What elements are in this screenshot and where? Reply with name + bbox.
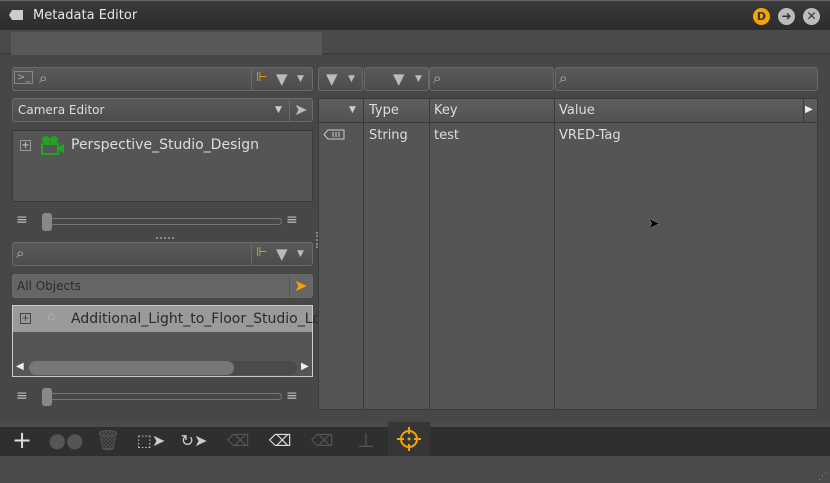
- indent-list-icon: ≡: [286, 388, 298, 404]
- indent-list-icon: ≡: [286, 212, 298, 228]
- filter-icon: ▼: [326, 70, 338, 88]
- filter-icon[interactable]: ▼: [276, 245, 288, 263]
- pick-cursor-icon[interactable]: ➤: [294, 100, 307, 119]
- terminal-search-icon[interactable]: >_: [14, 71, 34, 84]
- chevron-down-icon: ▼: [415, 74, 422, 84]
- cell-value[interactable]: VRED-Tag: [559, 128, 621, 143]
- status-bar: ⋰: [0, 456, 830, 483]
- zoom-slider[interactable]: [42, 218, 282, 225]
- scroll-right-icon[interactable]: ▶: [301, 361, 309, 372]
- list-icon: ≡: [16, 388, 28, 404]
- mouse-cursor-icon: ➤: [648, 216, 660, 232]
- scrollbar-thumb[interactable]: [29, 361, 234, 375]
- filter-icon[interactable]: ▼: [276, 70, 288, 88]
- resize-grip-icon[interactable]: ⋰: [818, 472, 827, 482]
- key-search-input[interactable]: ⌕: [429, 67, 554, 91]
- slider-handle[interactable]: [42, 388, 52, 406]
- search-icon: ⌕: [559, 69, 568, 87]
- pick-cursor-icon[interactable]: ➤: [294, 276, 307, 295]
- add-icon[interactable]: +: [8, 426, 36, 454]
- chevron-down-icon: ▼: [348, 74, 355, 84]
- select-sync-icon[interactable]: ↻➤: [180, 426, 208, 454]
- trash-icon[interactable]: 🗑: [94, 426, 122, 454]
- hierarchy-icon[interactable]: ⊩: [256, 245, 267, 260]
- slider-handle[interactable]: [42, 213, 52, 231]
- object-search-input[interactable]: ⌕ ⊩ ▼ ▼: [12, 242, 313, 266]
- metadata-table: ▼ Type Key Value ▶ String test VRED-Tag: [318, 98, 818, 410]
- expand-icon[interactable]: +: [20, 313, 31, 324]
- expand-icon[interactable]: +: [20, 140, 31, 151]
- column-header-type[interactable]: Type: [369, 103, 399, 118]
- scene-search-input[interactable]: >_ ⌕ ⊩ ▼ ▼: [12, 67, 313, 91]
- scene-tree: + Perspective_Studio_Design: [12, 130, 313, 202]
- crosshair-icon: [397, 427, 421, 451]
- object-tree: + ⌂ Additional_Light_to_Floor_Studio_Lo …: [12, 305, 321, 377]
- broom-icon[interactable]: ⊥: [352, 426, 380, 454]
- column-header-key[interactable]: Key: [434, 103, 458, 118]
- tree-item[interactable]: Perspective_Studio_Design: [71, 137, 259, 153]
- chevron-down-icon[interactable]: ▼: [275, 105, 282, 115]
- scroll-left-icon[interactable]: ◀: [16, 361, 24, 372]
- object-filter-value: All Objects: [17, 279, 82, 293]
- splitter-handle[interactable]: [156, 237, 174, 239]
- d-badge-icon[interactable]: D: [753, 8, 770, 25]
- hierarchy-icon[interactable]: ⊩: [256, 70, 267, 85]
- sort-chevron-icon[interactable]: ▼: [349, 105, 356, 115]
- tag-delete-icon[interactable]: ⌫: [266, 426, 294, 454]
- table-row[interactable]: String test VRED-Tag: [319, 124, 817, 148]
- zoom-slider[interactable]: [42, 393, 282, 400]
- column-header-value[interactable]: Value: [559, 103, 595, 118]
- close-icon[interactable]: ✕: [803, 8, 820, 25]
- arrow-right-icon[interactable]: ➜: [778, 8, 795, 25]
- object-filter-dropdown[interactable]: All Objects ➤: [12, 274, 313, 298]
- key-filter-button[interactable]: ▼ ▼: [364, 67, 429, 91]
- bottom-toolbar: + ●● 🗑 ⬚➤ ↻➤ ⌫ ⌫ ⌫ ⊥: [0, 422, 830, 456]
- tag-remove-icon[interactable]: ⌫: [224, 426, 252, 454]
- select-objects-icon[interactable]: ⬚➤: [137, 426, 166, 454]
- chevron-down-icon[interactable]: ▼: [297, 74, 304, 84]
- cell-type: String: [369, 128, 408, 143]
- title-bar: Metadata Editor D ➜ ✕: [0, 0, 830, 30]
- window-title: Metadata Editor: [33, 8, 138, 23]
- tree-row-selected[interactable]: + ⌂ Additional_Light_to_Floor_Studio_Lo: [13, 306, 321, 332]
- tag-icon: [323, 129, 345, 140]
- tree-item[interactable]: Additional_Light_to_Floor_Studio_Lo: [71, 311, 321, 327]
- filter-icon: ▼: [393, 70, 405, 88]
- cell-key[interactable]: test: [434, 128, 459, 143]
- editor-dropdown[interactable]: Camera Editor ▼ ➤: [12, 98, 313, 122]
- search-icon: ⌕: [16, 244, 25, 262]
- tab[interactable]: [11, 32, 322, 55]
- locate-button[interactable]: [388, 422, 430, 456]
- chevron-down-icon[interactable]: ▼: [297, 249, 304, 259]
- tag-clear-icon[interactable]: ⌫: [308, 426, 336, 454]
- splitter-handle[interactable]: [316, 232, 318, 248]
- search-icon: ⌕: [433, 69, 442, 87]
- link-icon[interactable]: ●●: [49, 426, 84, 454]
- tag-icon: [9, 10, 23, 20]
- scroll-right-icon[interactable]: ▶: [805, 104, 813, 115]
- horizontal-scrollbar[interactable]: [29, 361, 297, 375]
- camera-icon: [41, 136, 64, 155]
- light-icon: ⌂: [47, 309, 56, 324]
- list-icon: ≡: [16, 212, 28, 228]
- type-filter-button[interactable]: ▼ ▼: [318, 67, 363, 91]
- search-icon: ⌕: [39, 69, 48, 87]
- table-header: ▼ Type Key Value ▶: [319, 99, 817, 123]
- value-search-input[interactable]: ⌕: [555, 67, 818, 91]
- editor-dropdown-value: Camera Editor: [18, 103, 105, 117]
